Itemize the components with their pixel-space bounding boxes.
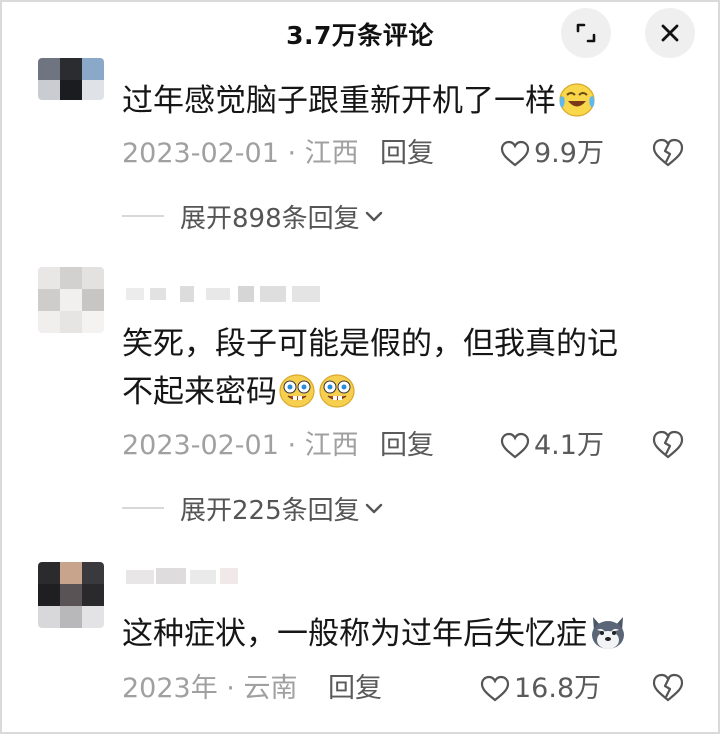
expand-replies-button[interactable]: 展开898条回复 (122, 198, 384, 234)
heart-icon (500, 140, 530, 167)
reply-button[interactable]: 回复 (380, 428, 434, 464)
husky-emoji-icon (588, 613, 628, 665)
like-count: 16.8万 (514, 673, 602, 704)
expand-replies-label: 展开898条回复 (180, 203, 360, 234)
avatar[interactable] (38, 267, 104, 333)
comment-text-line-2: 不起来密码 (122, 368, 692, 423)
expand-replies-label: 展开225条回复 (180, 495, 360, 526)
comment-text-line: 这种症状，一般称为过年后失忆症 (122, 616, 587, 652)
dislike-icon[interactable] (652, 673, 684, 703)
heart-icon (500, 432, 530, 459)
dislike-icon[interactable] (652, 138, 684, 168)
comment-meta: 2023年 · 云南 回复 16.8万 (122, 671, 702, 707)
dislike-icon[interactable] (652, 430, 684, 460)
like-count: 4.1万 (534, 430, 604, 461)
reply-button[interactable]: 回复 (328, 671, 382, 707)
date-location: 2023-02-01 · 江西 (122, 138, 359, 169)
comments-panel: 3.7万条评论 过年感觉脑子跟重新开机了一样 2023-02-01 · 江西 回… (0, 0, 720, 734)
close-button[interactable] (645, 8, 695, 58)
like-button[interactable]: 4.1万 (500, 428, 604, 464)
like-button[interactable]: 9.9万 (500, 136, 604, 172)
divider-dash (122, 507, 164, 509)
avatar[interactable] (38, 562, 104, 628)
comment-text: 这种症状，一般称为过年后失忆症 (122, 610, 692, 665)
divider-dash (122, 215, 164, 217)
comment-text-line: 笑死，段子可能是假的，但我真的记 (122, 326, 618, 362)
crying-laughing-emoji-icon (557, 80, 597, 132)
comment-text-line: 过年感觉脑子跟重新开机了一样 (122, 83, 556, 119)
like-button[interactable]: 16.8万 (480, 671, 601, 707)
close-icon (661, 24, 679, 42)
reply-button[interactable]: 回复 (380, 136, 434, 172)
comment-text: 过年感觉脑子跟重新开机了一样 (122, 77, 692, 132)
comments-header: 3.7万条评论 (2, 2, 718, 64)
like-count: 9.9万 (534, 138, 604, 169)
expand-button[interactable] (561, 8, 611, 58)
expand-replies-button[interactable]: 展开225条回复 (122, 490, 384, 526)
date-location: 2023年 · 云南 (122, 673, 298, 704)
expand-icon (576, 23, 596, 43)
comment-text: 笑死，段子可能是假的，但我真的记 不起来密码 (122, 320, 692, 423)
comment-meta: 2023-02-01 · 江西 回复 9.9万 (122, 136, 702, 172)
chevron-down-icon (365, 211, 382, 222)
spongebob-emoji-icon (278, 371, 358, 423)
comment-meta: 2023-02-01 · 江西 回复 4.1万 (122, 428, 702, 464)
heart-icon (480, 675, 510, 702)
avatar[interactable] (38, 58, 104, 100)
date-location: 2023-02-01 · 江西 (122, 430, 359, 461)
chevron-down-icon (365, 503, 382, 514)
